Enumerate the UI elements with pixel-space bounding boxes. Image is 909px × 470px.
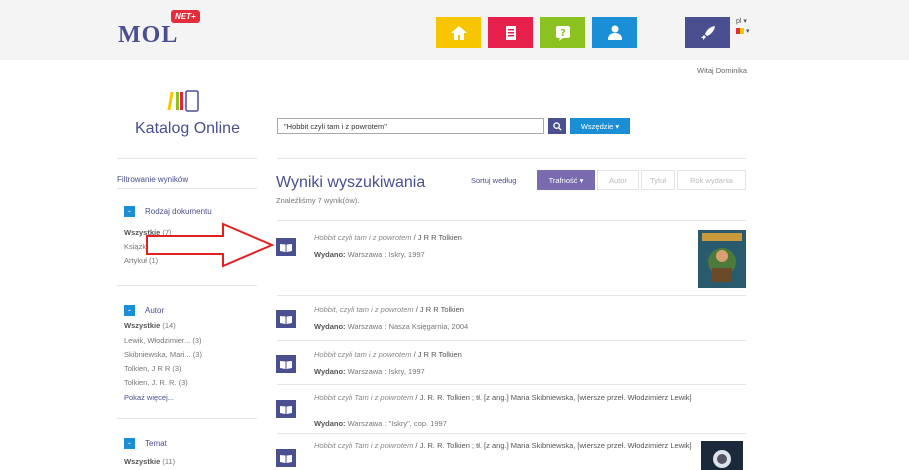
sort-author[interactable]: Autor	[597, 170, 639, 190]
facet-author[interactable]: - Autor	[124, 305, 164, 316]
facet-option[interactable]: Tolkien, J. R. R. (3)	[124, 378, 188, 387]
result-title[interactable]: Hobbit, czyli tam i z powrotem / J R R T…	[314, 305, 694, 314]
app-logo[interactable]: MOL	[118, 22, 178, 49]
scope-dropdown[interactable]: Wszędzie ▾	[570, 118, 630, 134]
show-more-link[interactable]: Pokaż więcej...	[124, 393, 174, 402]
facet-head-label: Temat	[145, 439, 167, 448]
divider	[277, 295, 746, 296]
home-icon	[450, 25, 467, 40]
rocket-tile[interactable]	[685, 17, 730, 48]
filter-title: Filtrowanie wyników	[117, 175, 189, 184]
book-icon	[276, 238, 296, 256]
result-publication: Wydano: Warszawa : Iskry, 1997	[314, 250, 425, 259]
result-publication: Wydano: Warszawa : Nasza Księgarnia, 200…	[314, 322, 469, 331]
sort-year[interactable]: Rok wydania	[677, 170, 746, 190]
facet-head-label: Autor	[145, 306, 165, 315]
book-icon	[276, 355, 296, 373]
search-button[interactable]	[548, 118, 566, 134]
facet-option[interactable]: Wszystkie (11)	[124, 457, 175, 466]
result-publication: Wydano: Warszawa : Iskry, 1997	[314, 367, 425, 376]
home-tile[interactable]	[436, 17, 481, 48]
book-cover-image[interactable]	[698, 230, 746, 288]
book-icon	[276, 400, 296, 418]
result-title[interactable]: Hobbit czyli Tam i z powrotem / J. R. R.…	[314, 393, 694, 402]
collapse-icon[interactable]: -	[124, 206, 135, 217]
divider	[117, 158, 257, 159]
top-header: MOL NET+ ? pl ▾ ▾	[0, 0, 909, 60]
facet-option[interactable]: Wszystkie (14)	[124, 321, 176, 330]
catalog-books-icon	[167, 90, 199, 112]
svg-text:?: ?	[560, 28, 566, 39]
sort-relevance[interactable]: Trafność ▾	[537, 170, 595, 190]
divider	[117, 285, 257, 286]
book-icon	[276, 310, 296, 328]
facet-document-type[interactable]: - Rodzaj dokumentu	[124, 206, 212, 217]
collapse-icon[interactable]: -	[124, 305, 135, 316]
divider	[277, 340, 746, 341]
collapse-icon[interactable]: -	[124, 438, 135, 449]
help-tile[interactable]: ?	[540, 17, 585, 48]
language-label: pl	[736, 18, 742, 25]
search-icon	[552, 121, 562, 131]
clipboard-icon	[505, 25, 516, 40]
user-icon	[607, 25, 622, 40]
user-tile[interactable]	[592, 17, 637, 48]
divider	[117, 418, 257, 419]
book-icon	[276, 449, 296, 467]
divider	[277, 433, 746, 434]
facet-subject[interactable]: - Temat	[124, 438, 167, 449]
result-publication: Wydano: Warszawa : "Iskry", cop. 1997	[314, 419, 447, 428]
help-icon: ?	[555, 25, 570, 41]
divider	[277, 384, 746, 385]
results-title: Wyniki wyszukiwania	[276, 174, 426, 191]
logo-badge: NET+	[171, 10, 200, 23]
flag-icon	[736, 28, 744, 35]
sort-title[interactable]: Tytuł	[641, 170, 675, 190]
catalog-title: Katalog Online	[135, 120, 240, 137]
divider	[277, 220, 746, 221]
divider	[277, 158, 746, 159]
facet-option[interactable]: Tolkien, J R R (3)	[124, 364, 182, 373]
result-title[interactable]: Hobbit czyli tam i z powrotem / J R R To…	[314, 233, 694, 242]
facet-option[interactable]: Skibniewska, Mari... (3)	[124, 350, 202, 359]
greeting: Witaj Dominika	[696, 66, 747, 75]
search-input[interactable]	[277, 118, 544, 134]
clipboard-tile[interactable]	[488, 17, 533, 48]
language-switch[interactable]: pl ▾ ▾	[736, 17, 749, 37]
result-title[interactable]: Hobbit czyli tam i z powrotem / J R R To…	[314, 350, 694, 359]
result-title[interactable]: Hobbit czyli Tam i z powrotem / J. R. R.…	[314, 441, 694, 450]
page: MOL NET+ ? pl ▾ ▾ Witaj Dominika Katalog…	[0, 0, 909, 470]
results-count: Znaleźliśmy 7 wynik(ów).	[276, 196, 360, 205]
book-cover-image[interactable]	[701, 441, 743, 470]
divider	[117, 188, 257, 189]
sort-label: Sortuj według	[471, 176, 517, 185]
annotation-arrow-icon	[146, 222, 275, 268]
facet-head-label: Rodzaj dokumentu	[145, 207, 212, 216]
rocket-icon	[700, 25, 715, 40]
facet-option[interactable]: Lewik, Włodzimier... (3)	[124, 336, 202, 345]
